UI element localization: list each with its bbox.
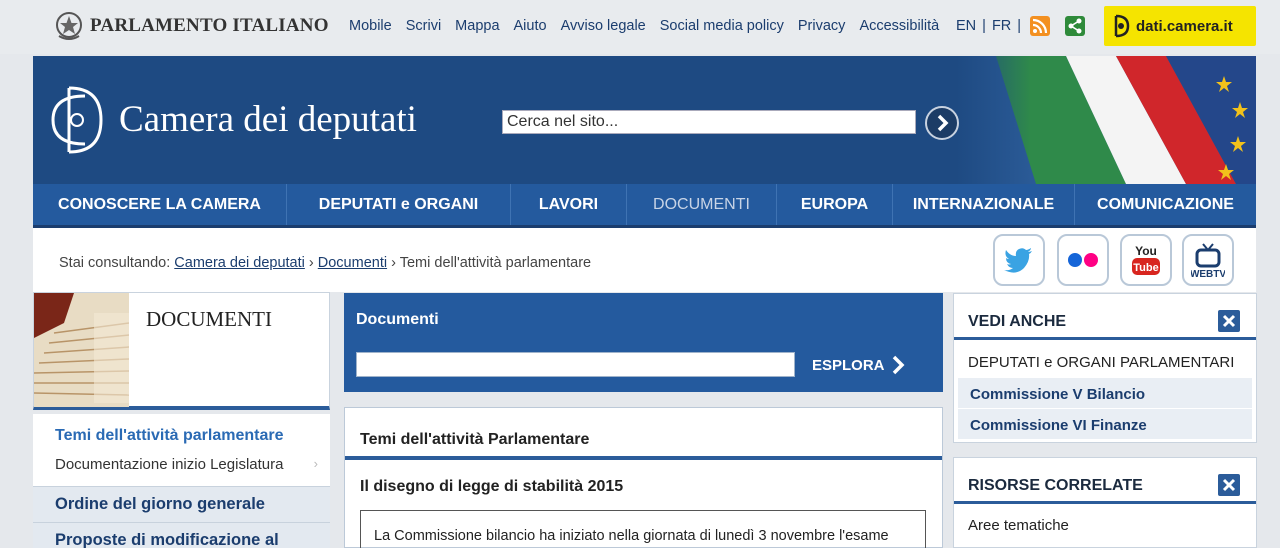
- republic-emblem-icon: [56, 12, 82, 40]
- share-icon[interactable]: [1065, 16, 1085, 36]
- related-link-aree-tematiche[interactable]: Aree tematiche: [954, 504, 1256, 534]
- see-also-header: VEDI ANCHE: [954, 294, 1256, 340]
- leftnav-subitem-label: Documentazione inizio Legislatura: [55, 456, 284, 473]
- link-accessibilita[interactable]: Accessibilità: [859, 18, 939, 34]
- breadcrumb-prefix: Stai consultando:: [59, 255, 171, 271]
- see-also-commissione-finanze[interactable]: Commissione VI Finanze: [958, 409, 1252, 440]
- chevron-right-icon: [892, 355, 904, 375]
- utility-links: Mobile Scrivi Mappa Aiuto Avviso legale …: [349, 18, 953, 34]
- documents-photo-icon: [34, 293, 129, 407]
- webtv-icon[interactable]: WEBTV: [1182, 234, 1234, 286]
- content-heading: Temi dell'attività Parlamentare: [345, 408, 942, 460]
- main-content: Temi dell'attività Parlamentare Il diseg…: [344, 407, 943, 548]
- see-also-commissione-bilancio[interactable]: Commissione V Bilancio: [958, 378, 1252, 409]
- related-title: RISORSE CORRELATE: [968, 477, 1143, 494]
- content-paragraph: La Commissione bilancio ha iniziato nell…: [360, 510, 926, 548]
- nav-comunicazione[interactable]: COMUNICAZIONE: [1075, 184, 1256, 225]
- link-aiuto[interactable]: Aiuto: [514, 18, 547, 34]
- nav-lavori[interactable]: LAVORI: [511, 184, 627, 225]
- flickr-icon[interactable]: [1057, 234, 1109, 286]
- breadcrumb-current: Temi dell'attività parlamentare: [399, 255, 592, 271]
- close-icon[interactable]: [1218, 474, 1240, 496]
- chevron-right-icon: ›: [313, 456, 318, 471]
- svg-text:Tube: Tube: [1133, 262, 1158, 274]
- search-submit-button[interactable]: [925, 106, 959, 140]
- dati-camera-button[interactable]: dati.camera.it: [1104, 6, 1256, 46]
- site-search-input[interactable]: [502, 110, 916, 134]
- content-subheading[interactable]: Il disegno di legge di stabilità 2015: [345, 460, 942, 496]
- svg-text:WEBTV: WEBTV: [1191, 269, 1225, 279]
- see-also-title: VEDI ANCHE: [968, 313, 1067, 330]
- leftnav-item-proposte[interactable]: Proposte di modificazione al: [33, 522, 330, 548]
- chevron-right-icon: [937, 114, 949, 132]
- nav-documenti[interactable]: DOCUMENTI: [627, 184, 777, 225]
- lang-en[interactable]: EN: [956, 18, 976, 34]
- lang-separator: |: [982, 18, 986, 34]
- link-scrivi[interactable]: Scrivi: [406, 18, 441, 34]
- section-banner: DOCUMENTI: [33, 292, 330, 410]
- leftnav-item-temi[interactable]: Temi dell'attività parlamentare: [33, 414, 330, 452]
- breadcrumb-link-camera[interactable]: Camera dei deputati: [174, 255, 305, 271]
- section-title: DOCUMENTI: [146, 307, 272, 331]
- nav-internazionale[interactable]: INTERNAZIONALE: [893, 184, 1075, 225]
- parlamento-brand: PARLAMENTO ITALIANO: [90, 15, 329, 36]
- documents-explorer-panel: Documenti ESPLORA: [344, 293, 943, 392]
- breadcrumb-separator: ›: [391, 255, 396, 271]
- dati-logo-icon: [1114, 14, 1130, 38]
- breadcrumb-separator: ›: [308, 255, 314, 271]
- dati-label: dati.camera.it: [1136, 17, 1233, 35]
- link-mobile[interactable]: Mobile: [349, 18, 392, 34]
- nav-europa[interactable]: EUROPA: [777, 184, 893, 225]
- top-utility-bar: PARLAMENTO ITALIANO Mobile Scrivi Mappa …: [0, 0, 1280, 54]
- nav-conoscere-la-camera[interactable]: CONOSCERE LA CAMERA: [33, 184, 287, 225]
- camera-logo-icon[interactable]: [45, 82, 109, 158]
- left-navigation: Temi dell'attività parlamentare Document…: [33, 414, 330, 548]
- lang-fr[interactable]: FR: [992, 18, 1011, 34]
- svg-text:You: You: [1135, 244, 1157, 258]
- flag-banner-icon: [956, 56, 1256, 184]
- leftnav-item-ordine-del-giorno[interactable]: Ordine del giorno generale: [33, 486, 330, 522]
- left-sidebar: DOCUMENTI Temi dell'attività parlamentar…: [33, 292, 330, 548]
- breadcrumb-link-documenti[interactable]: Documenti: [318, 255, 387, 271]
- see-also-sublist: Commissione V Bilancio Commissione VI Fi…: [958, 378, 1252, 440]
- close-icon[interactable]: [1218, 310, 1240, 332]
- breadcrumb: Stai consultando: Camera dei deputati › …: [59, 255, 591, 271]
- twitter-icon[interactable]: [993, 234, 1045, 286]
- link-social-media-policy[interactable]: Social media policy: [660, 18, 784, 34]
- see-also-link[interactable]: DEPUTATI e ORGANI PARLAMENTARI: [954, 340, 1256, 378]
- breadcrumb-bar: Stai consultando: Camera dei deputati › …: [33, 228, 1256, 292]
- documents-select[interactable]: [356, 352, 795, 377]
- related-header: RISORSE CORRELATE: [954, 458, 1256, 504]
- main-navigation: CONOSCERE LA CAMERA DEPUTATI e ORGANI LA…: [33, 184, 1256, 228]
- parlamento-logo[interactable]: PARLAMENTO ITALIANO: [54, 10, 329, 42]
- link-avviso-legale[interactable]: Avviso legale: [561, 18, 646, 34]
- esplora-label: ESPLORA: [812, 356, 885, 374]
- youtube-icon[interactable]: You Tube: [1120, 234, 1172, 286]
- nav-deputati-e-organi[interactable]: DEPUTATI e ORGANI: [287, 184, 511, 225]
- rss-icon[interactable]: [1030, 16, 1050, 36]
- related-resources-box: RISORSE CORRELATE Aree tematiche: [953, 457, 1257, 548]
- leftnav-subitem-documentazione[interactable]: Documentazione inizio Legislatura ›: [33, 452, 330, 486]
- see-also-box: VEDI ANCHE DEPUTATI e ORGANI PARLAMENTAR…: [953, 293, 1257, 443]
- panel-title: Documenti: [356, 311, 439, 328]
- site-header: Camera dei deputati: [33, 56, 1256, 184]
- language-switcher: EN | FR |: [956, 18, 1021, 34]
- site-title[interactable]: Camera dei deputati: [119, 98, 417, 141]
- link-mappa[interactable]: Mappa: [455, 18, 499, 34]
- link-privacy[interactable]: Privacy: [798, 18, 846, 34]
- lang-separator: |: [1017, 18, 1022, 34]
- esplora-button[interactable]: ESPLORA: [812, 355, 905, 375]
